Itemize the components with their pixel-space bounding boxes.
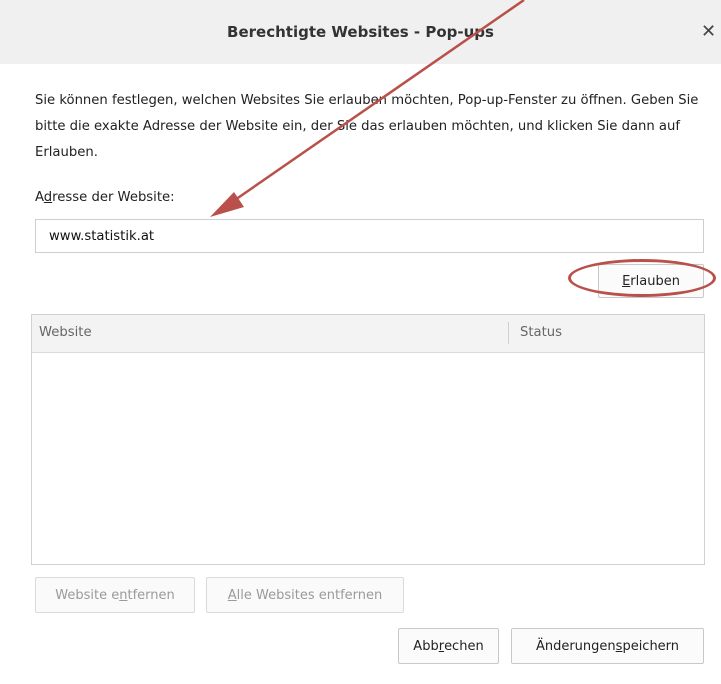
title-bar: Berechtigte Websites - Pop-ups ✕ [0, 0, 721, 64]
permissions-dialog: Berechtigte Websites - Pop-ups ✕ Sie kön… [0, 0, 721, 684]
remove-all-websites-button[interactable]: Alle Websites entfernen [206, 577, 404, 613]
table-header: Website Status [32, 315, 704, 353]
remove-website-button[interactable]: Website e n tfernen [35, 577, 195, 613]
column-header-status[interactable]: Status [520, 325, 562, 340]
save-changes-button[interactable]: Änderungen s peichern [511, 628, 704, 664]
allow-button[interactable]: Erlauben [598, 264, 704, 298]
arrow-head [210, 192, 244, 217]
address-label: Adresse der Website: [35, 190, 175, 205]
dialog-description: Sie können festlegen, welchen Websites S… [35, 93, 699, 160]
websites-table: Website Status [31, 314, 705, 565]
website-address-input[interactable] [35, 219, 704, 253]
table-body [32, 352, 704, 564]
column-header-website[interactable]: Website [39, 325, 92, 340]
cancel-button[interactable]: Abb r echen [398, 628, 499, 664]
close-icon[interactable]: ✕ [701, 20, 721, 44]
dialog-title: Berechtigte Websites - Pop-ups [227, 23, 494, 41]
column-divider [508, 322, 509, 344]
